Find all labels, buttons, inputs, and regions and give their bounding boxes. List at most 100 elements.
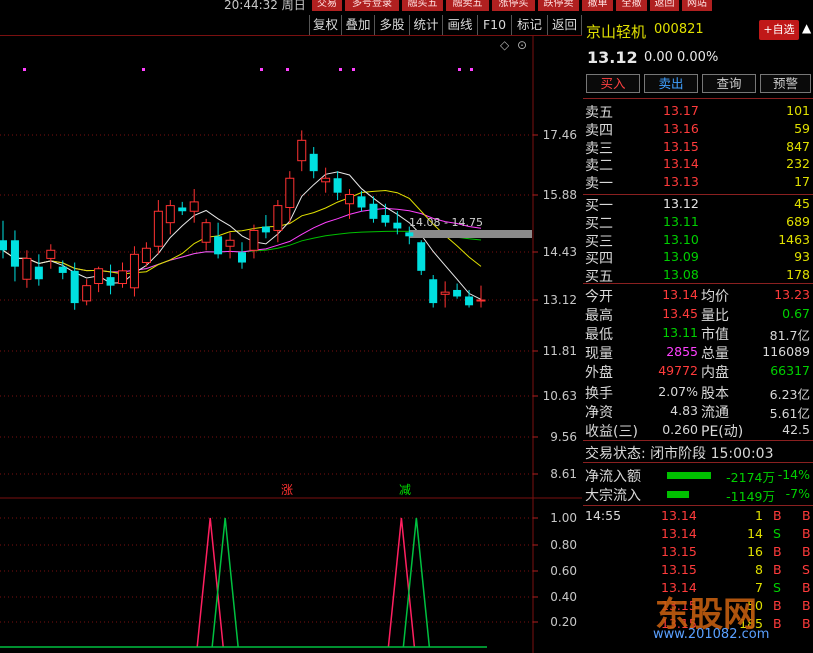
candle-body (309, 153, 318, 172)
stat-label: 净资 (585, 405, 613, 421)
bid-row[interactable]: 买四 13.09 93 (583, 248, 813, 267)
topbar-button[interactable]: 返回 (650, 0, 680, 11)
ask-row[interactable]: 卖四 13.16 59 (583, 120, 813, 139)
range-bar (409, 230, 532, 238)
topbar-button[interactable]: 融卖五 (446, 0, 490, 11)
candle (465, 289, 474, 308)
price-axis-label: 11.81 (543, 344, 577, 358)
stat-label: 内盘 (701, 365, 729, 381)
topbar-button[interactable]: 涨停买 (492, 0, 536, 11)
indicator-red-series (196, 517, 416, 648)
divider (583, 283, 813, 284)
candle-body (381, 215, 390, 223)
rise-marker: 涨 (281, 482, 293, 497)
bell-icon[interactable]: ▲ (802, 21, 811, 35)
signal-dot (23, 68, 26, 71)
candle (309, 147, 318, 179)
restore-rights-button[interactable]: 复权 (309, 15, 342, 35)
statistics-button[interactable]: 统计 (409, 15, 443, 35)
stat-label: 外盘 (585, 365, 613, 381)
alert-button[interactable]: 预警 (760, 74, 811, 93)
overlay-button[interactable]: 叠加 (341, 15, 375, 35)
tick-row[interactable]: 13.15 16 B B (583, 544, 813, 562)
candle-body (165, 205, 175, 224)
topbar-button[interactable]: 撤单 (582, 0, 614, 11)
flow-pct: -14% (777, 467, 810, 482)
f10-button[interactable]: F10 (477, 15, 512, 35)
candle-body (429, 279, 438, 304)
stat-value: 81.7亿 (769, 328, 810, 343)
topbar-button[interactable]: 全撤 (616, 0, 648, 11)
topbar-button[interactable]: 网站 (682, 0, 713, 11)
bid-row[interactable]: 买三 13.10 1463 (583, 231, 813, 250)
multi-stock-button[interactable]: 多股 (374, 15, 410, 35)
divider (583, 98, 813, 99)
topbar-button[interactable]: 交易 (312, 0, 343, 11)
add-favorite-button[interactable]: +自选 (759, 20, 799, 40)
settings-circle-icon[interactable]: ⊙ (517, 38, 527, 52)
candle-body (453, 289, 462, 297)
stat-value: 116089 (762, 344, 810, 359)
topbar-button[interactable]: 多号登录 (345, 0, 400, 11)
candle (261, 215, 270, 239)
candle (333, 171, 342, 201)
candle (297, 130, 307, 172)
query-button[interactable]: 查询 (702, 74, 756, 93)
tick-direction: B (773, 616, 782, 631)
candle (94, 266, 104, 293)
ask-row[interactable]: 卖三 13.15 847 (583, 138, 813, 157)
level-volume: 101 (786, 103, 810, 118)
draw-line-button[interactable]: 画线 (442, 15, 478, 35)
tick-row[interactable]: 14:55 13.14 1 B B (583, 508, 813, 526)
sell-button[interactable]: 卖出 (644, 74, 698, 93)
candle-body (369, 203, 378, 219)
back-button[interactable]: 返回 (547, 15, 582, 35)
ask-row[interactable]: 卖一 13.13 17 (583, 173, 813, 192)
tick-volume: 8 (755, 562, 763, 577)
candle (46, 244, 56, 269)
tick-extra: B (802, 526, 811, 541)
stat-label: 均价 (701, 289, 729, 305)
bid-row[interactable]: 买二 13.11 689 (583, 213, 813, 232)
topbar-button[interactable]: 融买五 (402, 0, 444, 11)
candle-body (82, 285, 92, 302)
bid-row[interactable]: 买一 13.12 45 (583, 195, 813, 214)
buy-button[interactable]: 买入 (586, 74, 640, 93)
candle-body (153, 210, 163, 247)
tick-volume: 1 (755, 508, 763, 523)
mark-button[interactable]: 标记 (511, 15, 548, 35)
candle (58, 260, 67, 280)
stat-value: 2855 (666, 344, 698, 359)
level-price: 13.16 (663, 120, 699, 136)
ask-row[interactable]: 卖二 13.14 232 (583, 155, 813, 174)
candle (440, 281, 450, 308)
stat-label: 今开 (585, 289, 613, 305)
candle (381, 203, 390, 227)
stat-label: 流通 (701, 405, 729, 421)
stats-row: 换手 2.07% 股本 6.23亿 (583, 383, 813, 402)
level-volume: 45 (794, 196, 810, 211)
tick-row[interactable]: 13.15 8 B S (583, 562, 813, 580)
indicator-axis-label: 0.20 (550, 615, 577, 629)
kline-chart[interactable]: 17.46 15.88 14.43 13.12 11.81 10.63 9.56 8.61 1.… (0, 35, 582, 653)
candle-body (357, 196, 366, 208)
diamond-icon[interactable]: ◇ (500, 38, 510, 52)
tick-volume: 16 (747, 544, 763, 559)
candle-body (261, 226, 270, 233)
level-price: 13.11 (663, 213, 699, 229)
topbar-button[interactable]: 跌停卖 (538, 0, 580, 11)
candle-body (0, 240, 7, 251)
ask-row[interactable]: 卖五 13.17 101 (583, 102, 813, 121)
stat-value: 2.07% (658, 384, 698, 399)
tick-extra: B (802, 508, 811, 523)
candle-body (118, 270, 127, 285)
divider (583, 505, 813, 506)
tick-row[interactable]: 13.14 14 S B (583, 526, 813, 544)
candle-body (10, 240, 19, 267)
level-price: 13.10 (663, 231, 699, 247)
stat-value: 6.23亿 (769, 387, 810, 402)
indicator-axis-label: 1.00 (550, 511, 577, 525)
tick-direction: S (773, 580, 781, 595)
candle-body (225, 239, 235, 247)
stat-label: 市值 (701, 327, 729, 343)
